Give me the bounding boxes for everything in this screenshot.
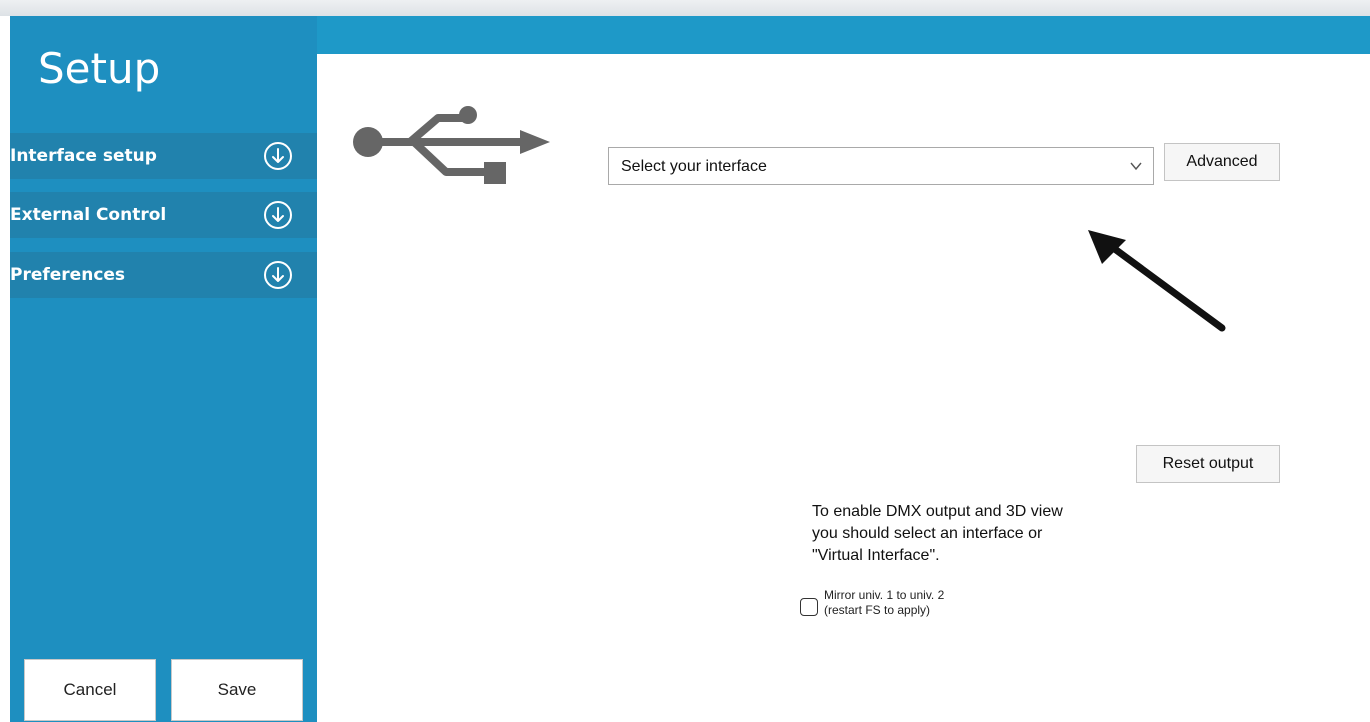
mirror-checkbox[interactable] [800, 598, 818, 616]
advanced-button[interactable]: Advanced [1164, 143, 1280, 181]
interface-select-value: Select your interface [621, 158, 767, 175]
window-top-strip [0, 0, 1370, 16]
chevron-down-icon [1130, 162, 1142, 171]
circle-arrow-down-icon[interactable] [262, 259, 294, 291]
circle-arrow-down-icon[interactable] [262, 199, 294, 231]
interface-select[interactable]: Select your interface [608, 147, 1154, 185]
hint-line: "Virtual Interface". [812, 547, 940, 564]
sidebar-item-label: External Control [10, 205, 167, 225]
sidebar-item-label: Preferences [10, 265, 126, 285]
sidebar-item-preferences[interactable]: Preferences [10, 252, 317, 298]
hint-line: To enable DMX output and 3D view [812, 503, 1063, 520]
app-title: Setup [38, 44, 161, 93]
top-bar [317, 16, 1370, 54]
sidebar-item-external-control[interactable]: External Control [10, 192, 317, 238]
sidebar: Setup Interface setup External Control P… [10, 16, 317, 722]
mirror-checkbox-label[interactable]: Mirror univ. 1 to univ. 2 (restart FS to… [824, 588, 944, 618]
hint-line: you should select an interface or [812, 525, 1043, 542]
cancel-button[interactable]: Cancel [24, 659, 156, 721]
circle-arrow-down-icon[interactable] [262, 140, 294, 172]
mirror-label-line: (restart FS to apply) [824, 603, 931, 617]
sidebar-item-label: Interface setup [10, 146, 157, 166]
arrow-pointer-icon [1088, 230, 1226, 332]
usb-icon [353, 106, 550, 184]
reset-output-button[interactable]: Reset output [1136, 445, 1280, 483]
mirror-label-line: Mirror univ. 1 to univ. 2 [824, 588, 945, 602]
interface-hint: To enable DMX output and 3D view you sho… [812, 501, 1132, 567]
save-button[interactable]: Save [171, 659, 303, 721]
sidebar-item-interface-setup[interactable]: Interface setup [10, 133, 317, 179]
